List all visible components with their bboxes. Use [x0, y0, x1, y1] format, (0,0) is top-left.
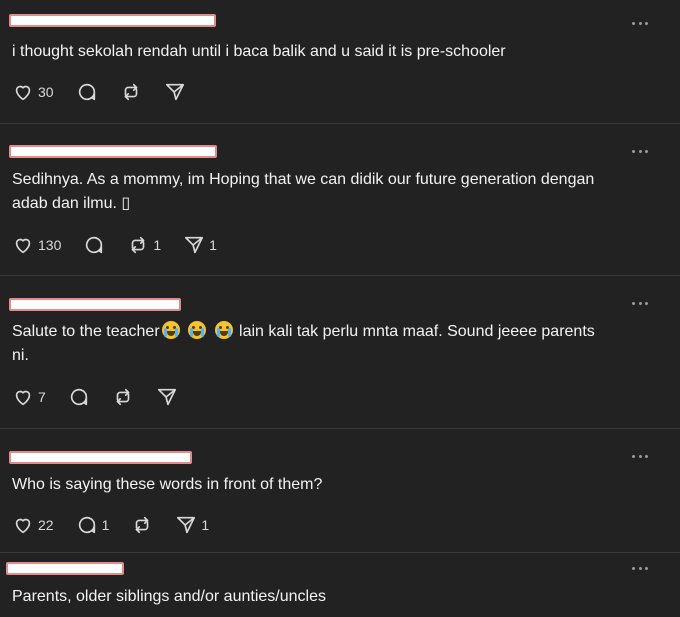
redacted-username [6, 562, 124, 575]
share-button[interactable]: 1 [183, 233, 217, 257]
heart-icon [15, 85, 31, 101]
repost-count: 1 [153, 237, 162, 253]
like-count: 7 [38, 389, 46, 405]
like-count: 130 [38, 237, 62, 253]
post-text: Salute to the teacher lain kali tak perl… [12, 320, 612, 368]
post-actions: 7 [12, 385, 200, 409]
redacted-username [9, 145, 217, 158]
repost-icon [124, 83, 137, 101]
reply-button[interactable] [83, 233, 105, 257]
heart-icon [15, 238, 31, 254]
post-divider [0, 428, 680, 429]
post-text: Who is saying these words in front of th… [12, 476, 323, 493]
comment-icon [86, 236, 103, 254]
loudly-crying-emoji [214, 321, 233, 339]
more-options-icon[interactable] [632, 566, 648, 570]
post-text: i thought sekolah rendah until i baca ba… [12, 43, 506, 60]
post-text: Sedihnya. As a mommy, im Hoping that we … [12, 171, 599, 212]
like-button[interactable]: 30 [12, 80, 54, 104]
repost-button[interactable]: 1 [127, 233, 161, 257]
redacted-username [9, 451, 192, 464]
more-options-icon[interactable] [632, 301, 648, 305]
reply-button[interactable]: 1 [76, 513, 110, 537]
reply-button[interactable] [76, 80, 98, 104]
like-button[interactable]: 7 [12, 385, 46, 409]
redacted-username [9, 14, 216, 27]
post-divider [0, 552, 680, 553]
reply-count: 1 [101, 517, 110, 533]
send-icon [157, 388, 176, 406]
send-icon [165, 83, 184, 101]
repost-button[interactable] [120, 80, 142, 104]
like-button[interactable]: 22 [12, 513, 54, 537]
post-actions: 130 1 1 [12, 233, 239, 257]
repost-icon [136, 516, 149, 534]
post-divider [0, 275, 680, 276]
comment-icon [70, 388, 87, 406]
share-button[interactable] [156, 385, 178, 409]
loudly-crying-emoji [188, 321, 207, 339]
heart-icon [15, 390, 31, 406]
repost-icon [132, 236, 145, 254]
repost-button[interactable] [131, 513, 153, 537]
like-button[interactable]: 130 [12, 233, 61, 257]
heart-icon [15, 518, 31, 534]
send-icon [177, 516, 196, 534]
send-icon [185, 236, 204, 254]
repost-button[interactable] [112, 385, 134, 409]
more-options-icon[interactable] [632, 454, 648, 458]
post-text: Parents, older siblings and/or aunties/u… [12, 588, 326, 605]
post-text-start: Salute to the teacher [12, 323, 160, 340]
more-options-icon[interactable] [632, 149, 648, 153]
comment-icon [78, 83, 95, 101]
like-count: 30 [38, 84, 54, 100]
loudly-crying-emoji [161, 321, 180, 339]
redacted-username [9, 298, 181, 311]
share-button[interactable]: 1 [175, 513, 209, 537]
reply-button[interactable] [68, 385, 90, 409]
comment-icon [78, 516, 95, 534]
post-actions: 30 [12, 80, 208, 104]
share-count: 1 [209, 237, 217, 253]
more-options-icon[interactable] [632, 21, 648, 25]
repost-icon [116, 388, 130, 406]
post-actions: 22 1 1 [12, 513, 231, 537]
post-divider [0, 123, 680, 124]
share-button[interactable] [164, 80, 186, 104]
like-count: 22 [38, 517, 54, 533]
share-count: 1 [201, 517, 210, 533]
